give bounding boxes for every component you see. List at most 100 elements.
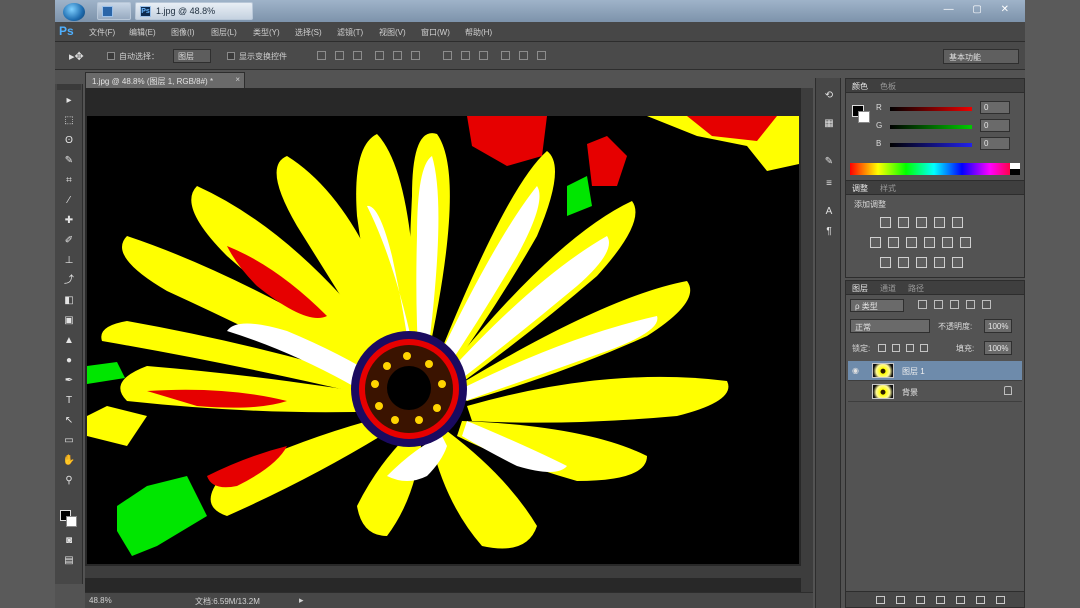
tab-color[interactable]: 颜色 [852, 81, 868, 92]
show-transform-checkbox[interactable] [227, 52, 235, 60]
quick-mask-icon[interactable]: ◙ [60, 534, 78, 548]
menu-view[interactable]: 视图(V) [379, 27, 406, 38]
blue-value[interactable]: 0 [980, 137, 1010, 150]
tool-presets-icon[interactable]: ¶ [821, 224, 837, 240]
color-spectrum-bar[interactable] [850, 163, 1018, 175]
windows-start-icon[interactable] [63, 3, 85, 21]
lock-transparent-icon[interactable] [878, 344, 886, 352]
zoom-level[interactable]: 48.8% [89, 596, 112, 605]
green-value[interactable]: 0 [980, 119, 1010, 132]
auto-select-checkbox[interactable] [107, 52, 115, 60]
color-lookup-icon[interactable] [960, 237, 971, 248]
layer-kind-filter[interactable]: ρ 类型 [850, 299, 904, 312]
tab-channels[interactable]: 通道 [880, 283, 896, 294]
pixel-filter-icon[interactable] [918, 300, 927, 309]
distribute-top-icon[interactable] [443, 51, 452, 60]
menu-help[interactable]: 帮助(H) [465, 27, 492, 38]
hue-saturation-icon[interactable] [870, 237, 881, 248]
eye-hidden-icon[interactable] [852, 387, 862, 395]
brightness-contrast-icon[interactable] [880, 217, 891, 228]
taskbar-button-window[interactable] [97, 2, 131, 20]
taskbar-button-photoshop[interactable]: Ps 1.jpg @ 48.8% [135, 2, 253, 20]
exposure-icon[interactable] [934, 217, 945, 228]
auto-select-target-dropdown[interactable]: 图层 [173, 49, 211, 63]
rectangle-tool-icon[interactable]: ▭ [60, 434, 78, 448]
red-value[interactable]: 0 [980, 101, 1010, 114]
red-track[interactable] [890, 107, 972, 111]
menu-window[interactable]: 窗口(W) [421, 27, 450, 38]
layer-name[interactable]: 背景 [902, 387, 918, 398]
posterize-icon[interactable] [898, 257, 909, 268]
character-icon[interactable]: ≡ [821, 176, 837, 192]
menu-file[interactable]: 文件(F) [89, 27, 115, 38]
healing-brush-tool-icon[interactable]: ✚ [60, 214, 78, 228]
quick-select-tool-icon[interactable]: ✎ [60, 154, 78, 168]
window-controls[interactable]: — ▢ ✕ [944, 4, 1017, 15]
history-brush-tool-icon[interactable]: ⤴ [60, 274, 78, 288]
distribute-bottom-icon[interactable] [479, 51, 488, 60]
menu-image[interactable]: 图像(I) [171, 27, 195, 38]
tab-layers[interactable]: 图层 [852, 283, 868, 294]
image-canvas[interactable] [87, 116, 799, 564]
tools-grip[interactable] [57, 84, 81, 90]
workspace-switcher[interactable]: 基本功能 [943, 49, 1019, 64]
shape-filter-icon[interactable] [966, 300, 975, 309]
adjustment-filter-icon[interactable] [934, 300, 943, 309]
align-bottom-icon[interactable] [353, 51, 362, 60]
pen-tool-icon[interactable]: ✒ [60, 374, 78, 388]
screen-mode-icon[interactable]: ▤ [60, 554, 78, 568]
align-right-icon[interactable] [411, 51, 420, 60]
blend-mode-dropdown[interactable]: 正常 [850, 319, 930, 333]
move-tool-icon[interactable]: ▸✥ [69, 50, 84, 63]
properties-icon[interactable]: ▦ [821, 116, 837, 132]
lock-all-icon[interactable] [920, 344, 928, 352]
layer-style-icon[interactable] [896, 596, 905, 604]
menu-filter[interactable]: 滤镜(T) [337, 27, 363, 38]
align-top-icon[interactable] [317, 51, 326, 60]
levels-icon[interactable] [898, 217, 909, 228]
dodge-tool-icon[interactable]: ● [60, 354, 78, 368]
gradient-tool-icon[interactable]: ▣ [60, 314, 78, 328]
channel-mixer-icon[interactable] [942, 237, 953, 248]
close-icon[interactable]: × [235, 75, 240, 84]
clone-stamp-tool-icon[interactable]: ⊥ [60, 254, 78, 268]
menu-select[interactable]: 选择(S) [295, 27, 322, 38]
opacity-field[interactable]: 100% [984, 319, 1012, 333]
new-layer-icon[interactable] [976, 596, 985, 604]
tab-paths[interactable]: 路径 [908, 283, 924, 294]
eraser-tool-icon[interactable]: ◧ [60, 294, 78, 308]
move-tool-icon[interactable]: ▸ [60, 94, 78, 108]
new-group-icon[interactable] [956, 596, 965, 604]
new-adjustment-layer-icon[interactable] [936, 596, 945, 604]
panel-background-swatch[interactable] [858, 111, 870, 123]
status-menu-arrow[interactable]: ▸ [299, 595, 304, 606]
tab-adjustments[interactable]: 调整 [852, 183, 868, 194]
black-white-icon[interactable] [906, 237, 917, 248]
blur-tool-icon[interactable]: ▲ [60, 334, 78, 348]
marquee-tool-icon[interactable]: ⬚ [60, 114, 78, 128]
distribute-hcenter-icon[interactable] [519, 51, 528, 60]
type-filter-icon[interactable] [950, 300, 959, 309]
layer-row[interactable]: ◉ 图层 1 [848, 361, 1022, 381]
gradient-map-icon[interactable] [934, 257, 945, 268]
hand-tool-icon[interactable]: ✋ [60, 454, 78, 468]
distribute-left-icon[interactable] [501, 51, 510, 60]
vertical-scrollbar[interactable] [801, 88, 813, 592]
align-left-icon[interactable] [375, 51, 384, 60]
layer-name[interactable]: 图层 1 [902, 366, 925, 377]
invert-icon[interactable] [880, 257, 891, 268]
type-tool-icon[interactable]: T [60, 394, 78, 408]
delete-layer-icon[interactable] [996, 596, 1005, 604]
tab-styles[interactable]: 样式 [880, 183, 896, 194]
distribute-right-icon[interactable] [537, 51, 546, 60]
black-white-swatch[interactable] [1010, 163, 1020, 175]
smart-object-filter-icon[interactable] [982, 300, 991, 309]
menu-edit[interactable]: 编辑(E) [129, 27, 156, 38]
brush-presets-icon[interactable]: ✎ [821, 154, 837, 170]
brush-tool-icon[interactable]: ✐ [60, 234, 78, 248]
align-vcenter-icon[interactable] [335, 51, 344, 60]
blue-track[interactable] [890, 143, 972, 147]
layer-row[interactable]: 背景 [848, 382, 1022, 402]
link-layers-icon[interactable] [876, 596, 885, 604]
fill-field[interactable]: 100% [984, 341, 1012, 355]
